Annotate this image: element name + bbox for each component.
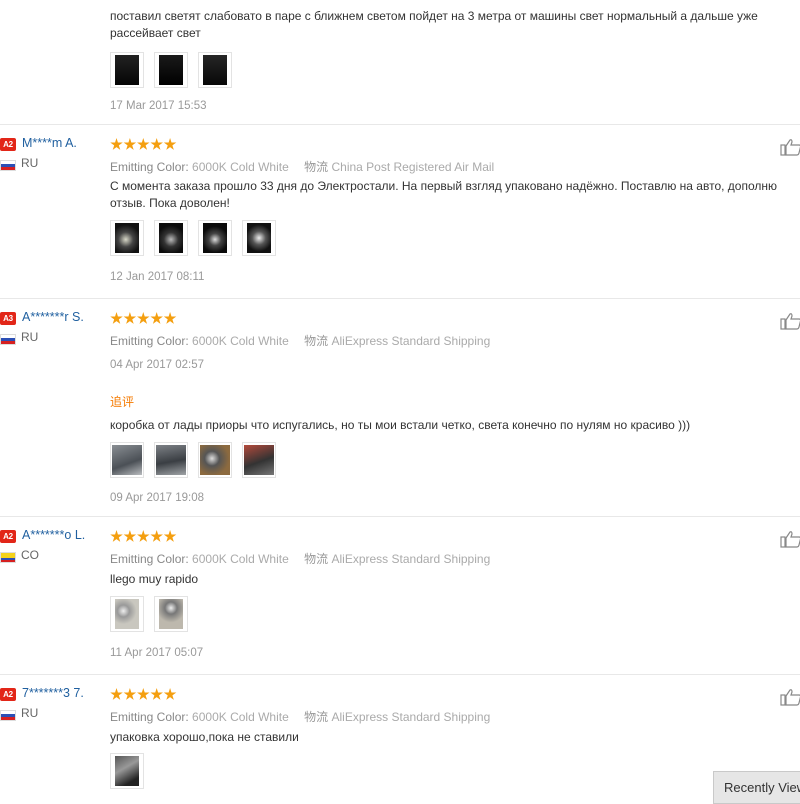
reviewer-country: RU — [21, 156, 39, 170]
star-icon — [150, 312, 163, 324]
star-icon — [163, 312, 177, 324]
thumbs-up-icon[interactable] — [780, 138, 800, 156]
attr-label: Emitting Color: — [110, 334, 189, 348]
star-icon — [163, 688, 177, 700]
reviewer-country: CO — [21, 548, 39, 562]
divider — [0, 516, 800, 517]
shipping-value: China Post Registered Air Mail — [331, 160, 495, 174]
review-photo[interactable] — [110, 52, 144, 88]
thumbs-up-icon[interactable] — [780, 688, 800, 706]
review-attributes: Emitting Color: 6000K Cold White 物流 Chin… — [110, 158, 494, 175]
attr-label: Emitting Color: — [110, 710, 189, 724]
review-date: 12 Jan 2017 08:11 — [110, 271, 205, 283]
star-icon — [123, 138, 137, 150]
level-badge: A2 — [0, 138, 16, 151]
reviewer-country: RU — [21, 706, 39, 720]
review-attributes: Emitting Color: 6000K Cold White 物流 AliE… — [110, 708, 490, 725]
review-photo[interactable] — [198, 52, 232, 88]
level-badge: A2 — [0, 530, 16, 543]
review-photo[interactable] — [198, 442, 232, 478]
shipping-value: AliExpress Standard Shipping — [331, 710, 491, 724]
flag-icon — [0, 334, 16, 345]
reviewer-country: RU — [21, 330, 39, 344]
reviewer-name[interactable]: A*******o L. — [22, 528, 85, 542]
star-icon — [110, 312, 123, 324]
thumbs-up-icon[interactable] — [780, 312, 800, 330]
star-icon — [123, 688, 137, 700]
star-icon — [110, 138, 123, 150]
shipping-label: 物流 — [304, 160, 329, 174]
star-icon — [110, 688, 123, 700]
star-icon — [110, 530, 123, 542]
review-text: С момента заказа прошло 33 дня до Электр… — [110, 179, 777, 210]
review-photo[interactable] — [242, 442, 276, 478]
star-icon — [137, 312, 150, 324]
star-icon — [123, 530, 137, 542]
attr-value: 6000K Cold White — [192, 710, 289, 724]
feedback-list: поставил светят слабовато в паре с ближн… — [0, 0, 800, 804]
star-icon — [150, 688, 163, 700]
review-photo[interactable] — [154, 442, 188, 478]
review-text: упаковка хорошо,пока не ставили — [110, 730, 299, 744]
review-date: 09 Apr 2017 19:08 — [110, 492, 204, 504]
review-photo[interactable] — [110, 220, 144, 256]
divider — [0, 674, 800, 675]
review-photo[interactable] — [242, 220, 276, 256]
reviewer-name[interactable]: A*******r S. — [22, 310, 84, 324]
rating-stars — [110, 312, 177, 326]
review-attributes: Emitting Color: 6000K Cold White 物流 AliE… — [110, 332, 490, 349]
review-photo[interactable] — [110, 442, 144, 478]
attr-value: 6000K Cold White — [192, 334, 289, 348]
review-photo[interactable] — [154, 220, 188, 256]
review-text: поставил светят слабовато в паре с ближн… — [110, 9, 758, 40]
review-photo[interactable] — [154, 52, 188, 88]
shipping-value: AliExpress Standard Shipping — [331, 552, 491, 566]
reviewer-name[interactable]: M****m A. — [22, 136, 77, 150]
review-date: 04 Apr 2017 02:57 — [110, 359, 204, 371]
review-photo[interactable] — [154, 596, 188, 632]
level-badge: A2 — [0, 688, 16, 701]
divider — [0, 124, 800, 125]
attr-value: 6000K Cold White — [192, 552, 289, 566]
thumbs-up-icon[interactable] — [780, 530, 800, 548]
attr-label: Emitting Color: — [110, 552, 189, 566]
review-photo[interactable] — [110, 753, 144, 789]
star-icon — [137, 138, 150, 150]
flag-icon — [0, 552, 16, 563]
rating-stars — [110, 530, 177, 544]
reviewer-name[interactable]: 7*******3 7. — [22, 686, 84, 700]
star-icon — [137, 688, 150, 700]
review-date: 17 Mar 2017 15:53 — [110, 100, 207, 112]
rating-stars — [110, 688, 177, 702]
star-icon — [150, 138, 163, 150]
shipping-value: AliExpress Standard Shipping — [331, 334, 491, 348]
attr-value: 6000K Cold White — [192, 160, 289, 174]
star-icon — [123, 312, 137, 324]
recently-viewed-button[interactable]: Recently Viewed — [713, 771, 800, 804]
review-photo[interactable] — [110, 596, 144, 632]
star-icon — [163, 530, 177, 542]
star-icon — [163, 138, 177, 150]
review-date: 11 Apr 2017 05:07 — [110, 647, 204, 659]
attr-label: Emitting Color: — [110, 160, 189, 174]
shipping-label: 物流 — [304, 710, 329, 724]
shipping-label: 物流 — [304, 552, 329, 566]
review-photo[interactable] — [198, 220, 232, 256]
additional-feedback-text: коробка от лады приоры что испугались, н… — [110, 418, 691, 432]
flag-icon — [0, 710, 16, 721]
star-icon — [137, 530, 150, 542]
review-attributes: Emitting Color: 6000K Cold White 物流 AliE… — [110, 550, 490, 567]
star-icon — [150, 530, 163, 542]
flag-icon — [0, 160, 16, 171]
rating-stars — [110, 138, 177, 152]
shipping-label: 物流 — [304, 334, 329, 348]
level-badge: A3 — [0, 312, 16, 325]
additional-feedback-label: 追评 — [110, 395, 135, 409]
review-text: llego muy rapido — [110, 572, 199, 586]
divider — [0, 298, 800, 299]
